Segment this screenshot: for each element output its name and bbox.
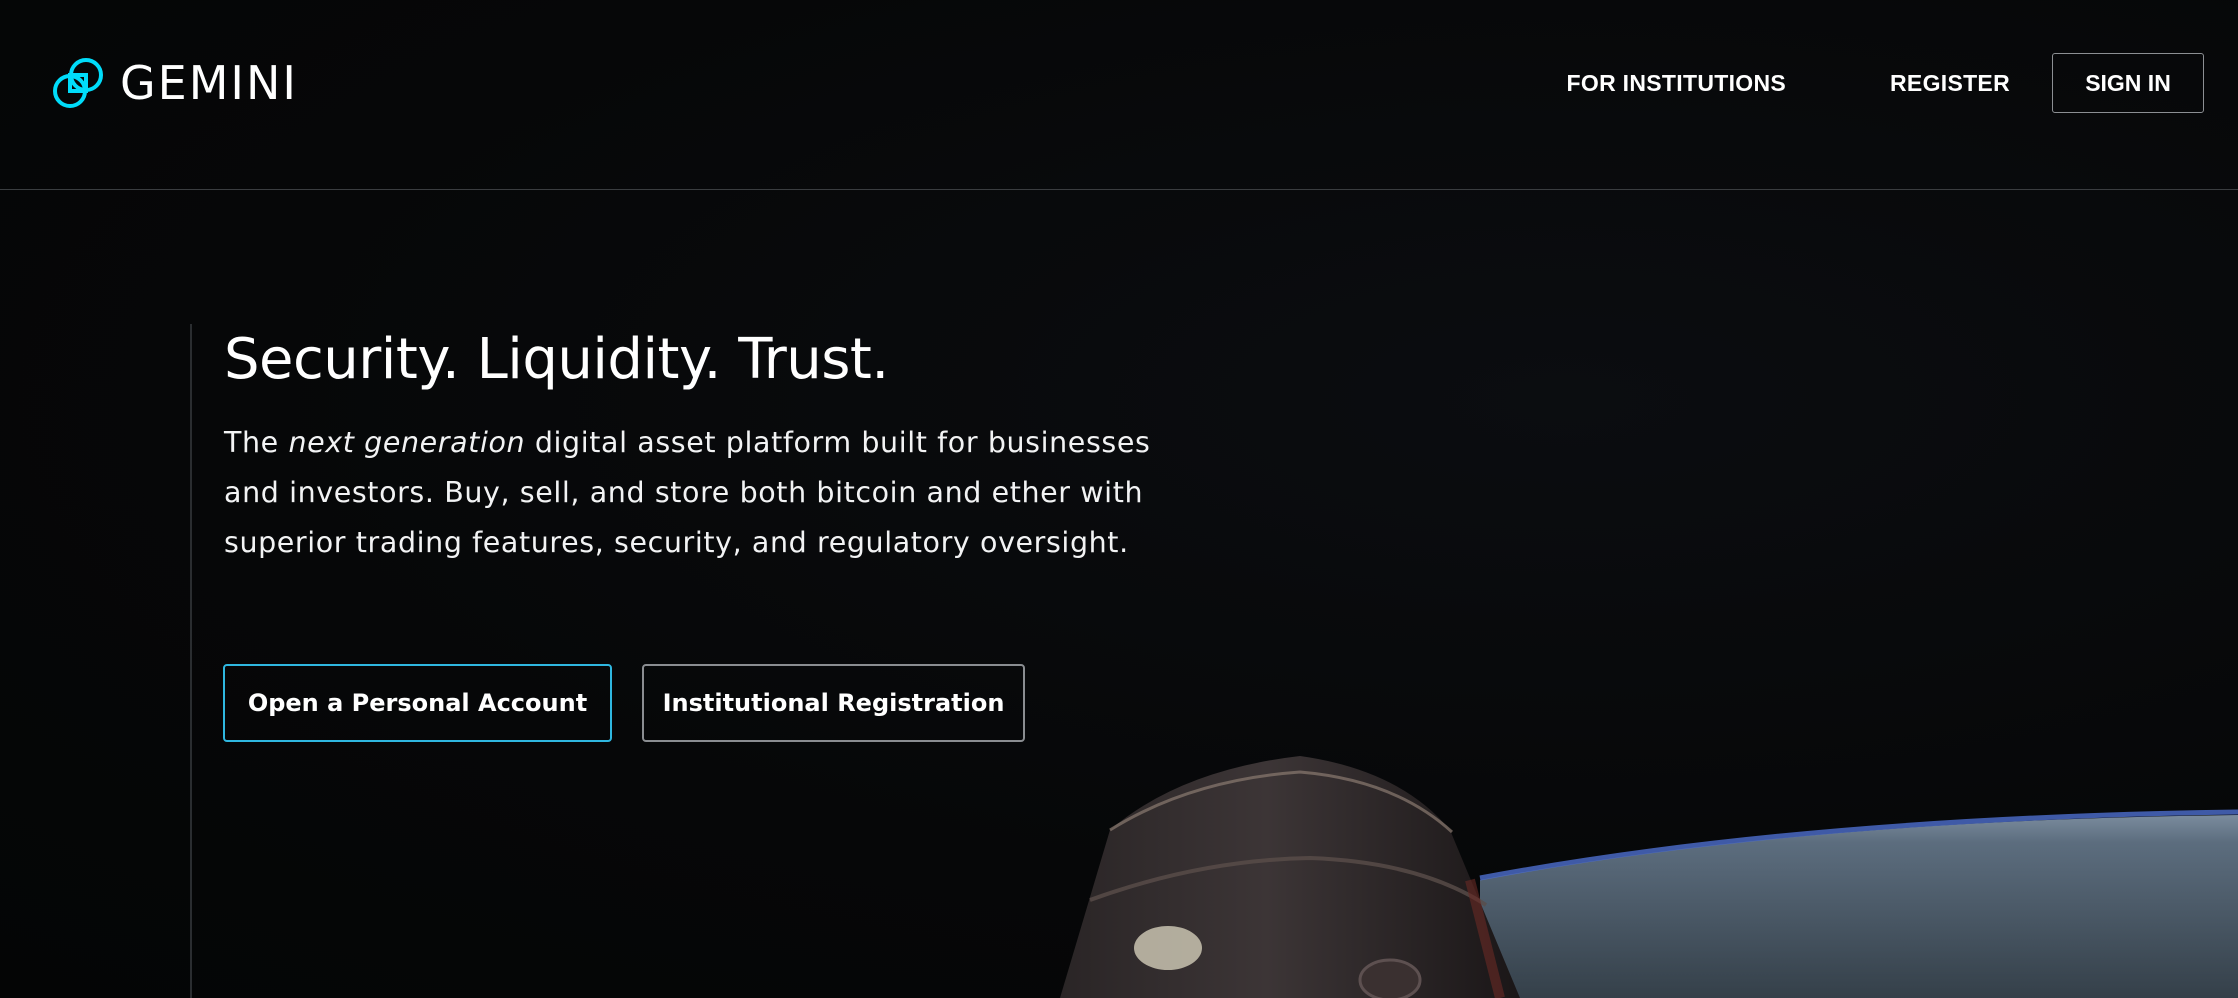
gemini-logo-icon [53, 58, 103, 108]
site-header: GEMINI FOR INSTITUTIONS REGISTER SIGN IN [0, 0, 2238, 190]
hero-cta-group: Open a Personal Account Institutional Re… [223, 664, 1025, 742]
nav-for-institutions[interactable]: FOR INSTITUTIONS [1567, 70, 1786, 97]
nav-register[interactable]: REGISTER [1890, 70, 2010, 97]
top-navigation: FOR INSTITUTIONS REGISTER SIGN IN [1567, 52, 2204, 114]
hero-description-prefix: The [224, 426, 289, 459]
open-personal-account-button[interactable]: Open a Personal Account [223, 664, 612, 742]
page: GEMINI FOR INSTITUTIONS REGISTER SIGN IN… [0, 0, 2238, 998]
hero-description-emphasis: next generation [288, 426, 526, 459]
hero-section: Security. Liquidity. Trust. The next gen… [224, 320, 1204, 568]
hero-divider-line [190, 324, 192, 998]
institutional-registration-button[interactable]: Institutional Registration [642, 664, 1025, 742]
sign-in-button[interactable]: SIGN IN [2052, 53, 2204, 113]
hero-headline: Security. Liquidity. Trust. [224, 327, 889, 392]
brand-name: GEMINI [120, 56, 298, 110]
brand-logo[interactable]: GEMINI [50, 54, 298, 112]
earth-atmosphere [1479, 809, 2238, 881]
earth-horizon [1480, 815, 2238, 998]
hero-description: The next generation digital asset platfo… [224, 418, 1204, 568]
spacecraft [1060, 756, 1520, 998]
